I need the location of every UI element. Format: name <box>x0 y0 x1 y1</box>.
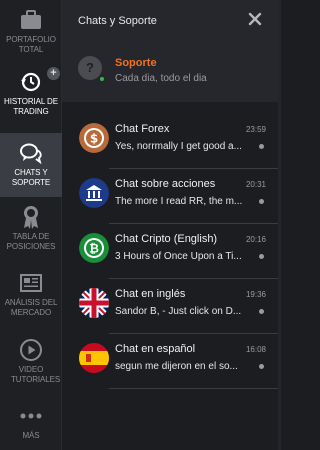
chat-item-stocks[interactable]: Chat sobre acciones 20:31 The more I rea… <box>62 169 278 224</box>
panel-title: Chats y Soporte <box>78 15 157 27</box>
unread-dot <box>259 144 264 149</box>
uk-flag-icon <box>79 288 109 318</box>
unread-dot <box>259 199 264 204</box>
unread-dot <box>259 254 264 259</box>
support-help-icon: ? <box>78 56 102 80</box>
nav-label: CHATS Y SOPORTE <box>11 168 51 187</box>
chat-last-message: Sandor B, - Just click on D... <box>115 306 242 317</box>
chat-time: 16:08 <box>245 345 266 354</box>
chat-last-message: segun me dijeron en el so... <box>115 361 238 372</box>
online-status-dot <box>99 76 105 82</box>
bitcoin-icon: ₿ <box>79 233 109 263</box>
chat-bubbles-icon <box>19 141 43 165</box>
svg-text:₿: ₿ <box>89 242 99 256</box>
history-icon <box>19 70 43 94</box>
chat-time: 20:31 <box>245 180 266 189</box>
chat-name: Chat Forex <box>115 123 170 135</box>
chat-item-english[interactable]: Chat en inglés 19:36 Sandor B, - Just cl… <box>62 279 278 334</box>
chat-name: Chat sobre acciones <box>115 178 216 190</box>
nav-item-portfolio[interactable]: PORTAFOLIO TOTAL <box>0 8 62 55</box>
nav-label: HISTORIAL DE TRADING <box>4 97 58 116</box>
more-icon <box>19 404 43 428</box>
newspaper-icon <box>19 271 43 295</box>
chats-panel: Chats y Soporte ? Soporte Cada dia, todo… <box>62 0 278 450</box>
svg-text:$: $ <box>90 132 98 146</box>
bank-icon <box>79 178 109 208</box>
nav-label: VIDEO TUTORIALES <box>11 365 61 384</box>
sidebar: PORTAFOLIO TOTAL HISTORIAL DE TRADING + … <box>0 0 62 450</box>
play-icon <box>19 338 43 362</box>
panel-header: Chats y Soporte ? Soporte Cada dia, todo… <box>62 0 278 102</box>
nav-item-leaderboard[interactable]: TABLA DE POSICIONES <box>0 205 62 252</box>
chat-name: Chat en inglés <box>115 288 186 300</box>
chat-name: Chat en español <box>115 343 196 355</box>
chat-last-message: Yes, norrmally I get good a... <box>115 141 242 152</box>
add-icon[interactable]: + <box>47 67 60 80</box>
nav-item-chats-support[interactable]: CHATS Y SOPORTE <box>0 133 62 197</box>
chat-time: 20:16 <box>245 235 266 244</box>
nav-label: ANÁLISIS DEL MERCADO <box>4 298 58 317</box>
chat-last-message: 3 Hours of Once Upon a Ti... <box>115 251 242 262</box>
unread-dot <box>259 309 264 314</box>
briefcase-icon <box>19 8 43 32</box>
nav-item-more[interactable]: MÁS <box>0 404 62 441</box>
award-icon <box>19 205 43 229</box>
chat-time: 19:36 <box>245 290 266 299</box>
nav-item-market-analysis[interactable]: ANÁLISIS DEL MERCADO <box>0 271 62 318</box>
spain-flag-icon <box>79 343 109 373</box>
chat-item-forex[interactable]: $ Chat Forex 23:59 Yes, norrmally I get … <box>62 114 278 169</box>
nav-label: PORTAFOLIO TOTAL <box>6 35 56 54</box>
chat-time: 23:59 <box>245 125 266 134</box>
unread-dot <box>259 364 264 369</box>
chat-item-spanish[interactable]: Chat en español 16:08 segun me dijeron e… <box>62 334 278 389</box>
support-status: Cada dia, todo el dia <box>115 73 207 84</box>
nav-item-video-tutorials[interactable]: VIDEO TUTORIALES <box>0 338 62 385</box>
chat-last-message: The more I read RR, the m... <box>115 196 243 207</box>
chat-name: Chat Cripto (English) <box>115 233 218 245</box>
support-name: Soporte <box>115 57 157 69</box>
divider <box>109 388 278 389</box>
dollar-coin-icon: $ <box>79 123 109 153</box>
nav-label: MÁS <box>22 431 40 440</box>
panel-edge <box>278 0 281 450</box>
nav-label: TABLA DE POSICIONES <box>6 232 56 251</box>
chat-item-crypto[interactable]: ₿ Chat Cripto (English) 20:16 3 Hours of… <box>62 224 278 279</box>
close-icon[interactable] <box>248 12 262 26</box>
